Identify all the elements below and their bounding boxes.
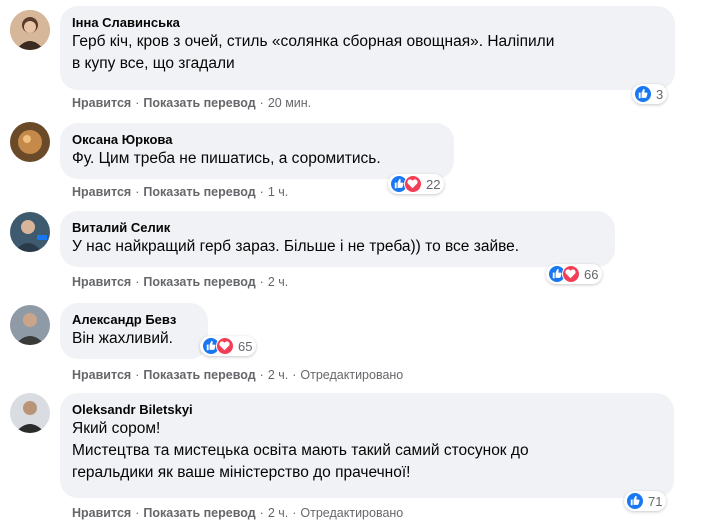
- avatar[interactable]: [10, 393, 50, 433]
- comment-bubble: Александр Бевз Він жахливий.: [60, 303, 208, 359]
- comment-text-line: Герб кіч, кров з очей, стиль «солянка сб…: [72, 33, 555, 50]
- comment-author[interactable]: Виталий Селик: [72, 219, 603, 236]
- love-reaction-icon: [216, 337, 234, 355]
- comment-author[interactable]: Оксана Юркова: [72, 131, 442, 148]
- reaction-count: 66: [584, 266, 599, 282]
- reaction-count: 22: [426, 176, 441, 192]
- love-reaction-icon: [404, 175, 422, 193]
- timestamp[interactable]: 2 ч.: [268, 368, 288, 382]
- reaction-summary[interactable]: 71: [624, 491, 667, 511]
- comment-text-line: У нас найкращий герб зараз. Більше і не …: [72, 238, 520, 255]
- avatar[interactable]: [10, 122, 50, 162]
- timestamp[interactable]: 2 ч.: [268, 506, 288, 520]
- edited-label[interactable]: Отредактировано: [300, 368, 403, 382]
- avatar[interactable]: [10, 212, 50, 252]
- comment-author[interactable]: Oleksandr Biletskyi: [72, 401, 662, 418]
- translate-link[interactable]: Показать перевод: [143, 506, 255, 520]
- avatar[interactable]: [10, 305, 50, 345]
- comment-text-line: Який сором!: [72, 420, 161, 437]
- like-reaction-icon: [634, 85, 652, 103]
- edited-label[interactable]: Отредактировано: [300, 506, 403, 520]
- timestamp[interactable]: 20 мин.: [268, 96, 311, 110]
- avatar[interactable]: [10, 10, 50, 50]
- comment-author[interactable]: Александр Бевз: [72, 311, 196, 328]
- translate-link[interactable]: Показать перевод: [143, 185, 255, 199]
- translate-link[interactable]: Показать перевод: [143, 275, 255, 289]
- like-link[interactable]: Нравится: [72, 185, 131, 199]
- comment-bubble: Інна Славинська Герб кіч, кров з очей, с…: [60, 6, 675, 90]
- comment-text-line: Мистецтва та мистецька освіта мають таки…: [72, 442, 529, 459]
- comment-actions: Нравится · Показать перевод · 2 ч. · Отредакти…: [72, 506, 404, 520]
- comment-text-line: Він жахливий.: [72, 330, 173, 347]
- comment-actions: Нравится · Показать перевод · 20 мин.: [72, 96, 312, 110]
- comment-bubble: Oleksandr Biletskyi Який сором! Мистецтв…: [60, 393, 674, 498]
- comment-bubble: Оксана Юркова Фу. Цим треба не пишатись,…: [60, 123, 454, 179]
- like-link[interactable]: Нравится: [72, 96, 131, 110]
- reaction-summary[interactable]: 66: [546, 264, 603, 284]
- translate-link[interactable]: Показать перевод: [143, 96, 255, 110]
- comment-bubble: Виталий Селик У нас найкращий герб зараз…: [60, 211, 615, 267]
- reaction-summary[interactable]: 3: [632, 84, 668, 104]
- reaction-summary[interactable]: 65: [200, 336, 257, 356]
- like-reaction-icon: [626, 492, 644, 510]
- reaction-summary[interactable]: 22: [388, 174, 445, 194]
- love-reaction-icon: [562, 265, 580, 283]
- comment-text-line: геральдики як ваше міністерство до праче…: [72, 464, 411, 481]
- like-link[interactable]: Нравится: [72, 275, 131, 289]
- comment-actions: Нравится · Показать перевод · 2 ч.: [72, 275, 289, 289]
- comment-actions: Нравится · Показать перевод · 2 ч. · Отредакти…: [72, 368, 404, 382]
- translate-link[interactable]: Показать перевод: [143, 368, 255, 382]
- comment-text-line: в купу все, що згадали: [72, 55, 235, 72]
- timestamp[interactable]: 1 ч.: [268, 185, 288, 199]
- reaction-count: 3: [656, 86, 664, 102]
- comment-actions: Нравится · Показать перевод · 1 ч.: [72, 185, 289, 199]
- like-link[interactable]: Нравится: [72, 506, 131, 520]
- comment-author[interactable]: Інна Славинська: [72, 14, 663, 31]
- reaction-count: 71: [648, 493, 663, 509]
- timestamp[interactable]: 2 ч.: [268, 275, 288, 289]
- comment-text-line: Фу. Цим треба не пишатись, а соромитись.: [72, 150, 381, 167]
- reaction-count: 65: [238, 338, 253, 354]
- like-link[interactable]: Нравится: [72, 368, 131, 382]
